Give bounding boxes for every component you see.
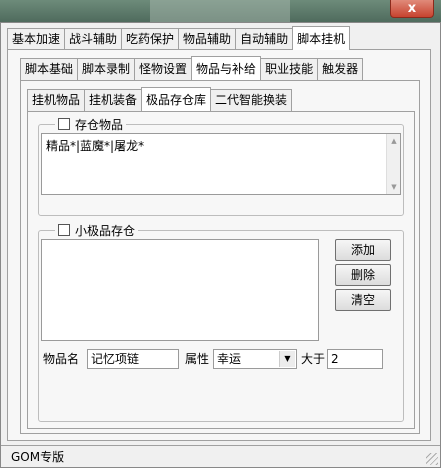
- status-bar: GOM专版: [1, 445, 440, 467]
- tab-class-skills[interactable]: 职业技能: [260, 58, 319, 80]
- rare-storage-panel: 存仓物品 精品*|蓝魔*|屠龙* ▲ ▼ 小极品存仓 添加 删除 清空 物品名 …: [27, 111, 415, 429]
- attribute-label: 属性: [185, 352, 210, 366]
- store-items-text: 精品*|蓝魔*|屠龙*: [46, 139, 145, 153]
- tab-smart-equip[interactable]: 二代智能换装: [210, 89, 293, 111]
- delete-button[interactable]: 删除: [335, 264, 391, 286]
- tab-rare-storage[interactable]: 极品存仓库: [141, 87, 212, 111]
- close-button[interactable]: x: [390, 0, 434, 18]
- store-items-textarea[interactable]: 精品*|蓝魔*|屠龙* ▲ ▼: [41, 133, 401, 195]
- tab-script-afk[interactable]: 脚本挂机: [292, 26, 351, 50]
- store-items-label: 存仓物品: [75, 117, 124, 132]
- greater-than-label: 大于: [301, 352, 326, 366]
- tab-item-assist[interactable]: 物品辅助: [178, 28, 237, 50]
- add-button[interactable]: 添加: [335, 239, 391, 261]
- scroll-down-icon[interactable]: ▼: [387, 180, 401, 194]
- tab-script-record[interactable]: 脚本录制: [77, 58, 136, 80]
- store-items-group: 存仓物品 精品*|蓝魔*|屠龙* ▲ ▼: [38, 116, 404, 216]
- greater-than-input[interactable]: 2: [327, 349, 383, 369]
- script-afk-panel: 脚本基础 脚本录制 怪物设置 物品与补给 职业技能 触发器 挂机物品 挂机装备 …: [7, 49, 431, 441]
- main-window: 基本加速 战斗辅助 吃药保护 物品辅助 自动辅助 脚本挂机 脚本基础 脚本录制 …: [0, 22, 441, 468]
- tab-auto-assist[interactable]: 自动辅助: [235, 28, 294, 50]
- small-rare-list[interactable]: [41, 239, 319, 341]
- store-items-legend: 存仓物品: [55, 116, 127, 132]
- sub-tab-row: 脚本基础 脚本录制 怪物设置 物品与补给 职业技能 触发器: [20, 56, 364, 80]
- attribute-select[interactable]: 幸运 ▼: [213, 349, 297, 369]
- item-name-input[interactable]: 记忆项链: [87, 349, 179, 369]
- inner-tab-row: 挂机物品 挂机装备 极品存仓库 二代智能换装: [27, 87, 293, 111]
- title-bar: x: [0, 0, 441, 22]
- tab-triggers[interactable]: 触发器: [317, 58, 364, 80]
- tab-items-supplies[interactable]: 物品与补给: [191, 56, 262, 80]
- store-items-scrollbar[interactable]: ▲ ▼: [386, 134, 400, 194]
- resize-grip-icon[interactable]: [426, 453, 438, 465]
- store-items-checkbox[interactable]: [58, 118, 70, 130]
- status-text: GOM专版: [11, 450, 65, 464]
- tab-afk-equipment[interactable]: 挂机装备: [84, 89, 143, 111]
- small-rare-group: 小极品存仓 添加 删除 清空 物品名 记忆项链 属性 幸运 ▼ 大于 2: [38, 222, 404, 422]
- small-rare-label: 小极品存仓: [75, 223, 136, 238]
- tab-monster-settings[interactable]: 怪物设置: [134, 58, 193, 80]
- tab-script-basics[interactable]: 脚本基础: [20, 58, 79, 80]
- scroll-up-icon[interactable]: ▲: [387, 134, 401, 148]
- main-tab-row: 基本加速 战斗辅助 吃药保护 物品辅助 自动辅助 脚本挂机: [7, 26, 351, 50]
- small-rare-checkbox[interactable]: [58, 224, 70, 236]
- tab-potion-protect[interactable]: 吃药保护: [121, 28, 180, 50]
- clear-button[interactable]: 清空: [335, 289, 391, 311]
- items-supplies-panel: 挂机物品 挂机装备 极品存仓库 二代智能换装 存仓物品 精品*|蓝魔*|屠龙* …: [20, 80, 420, 434]
- tab-basic-speed[interactable]: 基本加速: [7, 28, 66, 50]
- tab-combat-assist[interactable]: 战斗辅助: [64, 28, 123, 50]
- title-background: [150, 0, 290, 22]
- tab-afk-items[interactable]: 挂机物品: [27, 89, 86, 111]
- dropdown-arrow-icon[interactable]: ▼: [279, 351, 295, 367]
- attribute-value: 幸运: [217, 352, 242, 366]
- item-name-label: 物品名: [43, 352, 80, 366]
- small-rare-legend: 小极品存仓: [55, 222, 139, 238]
